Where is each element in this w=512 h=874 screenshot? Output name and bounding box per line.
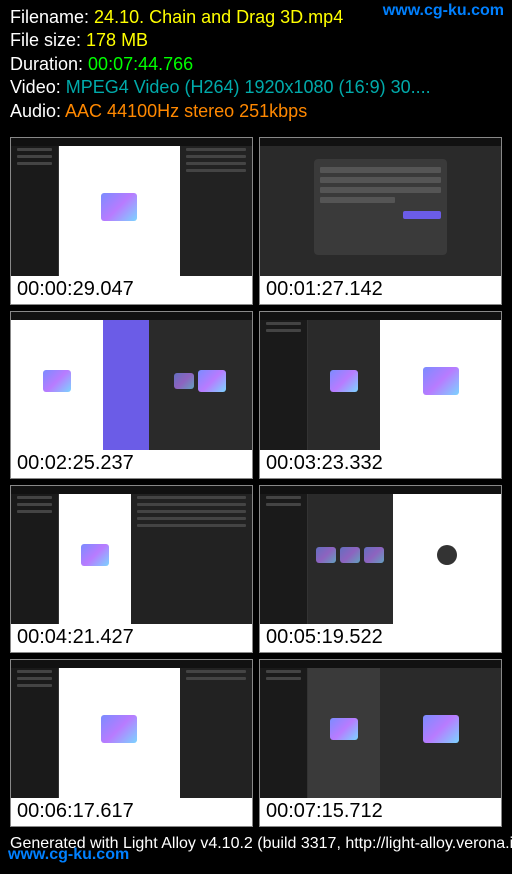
video-row: Video: MPEG4 Video (H264) 1920x1080 (16:… [10, 76, 502, 99]
thumbnail-image [260, 660, 501, 798]
watermark-top: www.cg-ku.com [383, 2, 504, 20]
thumbnail-cell: 00:07:15.712 [259, 659, 502, 827]
thumbnail-image [260, 138, 501, 276]
timestamp-label: 00:06:17.617 [11, 798, 252, 826]
thumbnail-image [11, 660, 252, 798]
watermark-bottom: www.cg-ku.com [8, 846, 129, 864]
thumbnail-cell: 00:05:19.522 [259, 485, 502, 653]
audio-row: Audio: AAC 44100Hz stereo 251kbps [10, 100, 502, 123]
duration-label: Duration: [10, 54, 88, 74]
thumbnail-image [11, 138, 252, 276]
thumbnail-image [11, 312, 252, 450]
video-value: MPEG4 Video (H264) 1920x1080 (16:9) 30..… [66, 77, 431, 97]
thumbnail-image [260, 312, 501, 450]
thumbnail-cell: 00:01:27.142 [259, 137, 502, 305]
timestamp-label: 00:02:25.237 [11, 450, 252, 478]
thumbnail-cell: 00:04:21.427 [10, 485, 253, 653]
filename-value: 24.10. Chain and Drag 3D.mp4 [94, 7, 343, 27]
duration-row: Duration: 00:07:44.766 [10, 53, 502, 76]
thumbnail-cell: 00:03:23.332 [259, 311, 502, 479]
filesize-label: File size: [10, 30, 86, 50]
thumbnail-image [11, 486, 252, 624]
audio-label: Audio: [10, 101, 65, 121]
thumbnail-image [260, 486, 501, 624]
timestamp-label: 00:00:29.047 [11, 276, 252, 304]
filesize-row: File size: 178 MB [10, 29, 502, 52]
filesize-value: 178 MB [86, 30, 148, 50]
audio-value: AAC 44100Hz stereo 251kbps [65, 101, 307, 121]
thumbnail-cell: 00:06:17.617 [10, 659, 253, 827]
timestamp-label: 00:07:15.712 [260, 798, 501, 826]
thumbnail-cell: 00:02:25.237 [10, 311, 253, 479]
timestamp-label: 00:03:23.332 [260, 450, 501, 478]
thumbnail-grid: 00:00:29.047 00:01:27.142 [0, 131, 512, 827]
thumbnail-cell: 00:00:29.047 [10, 137, 253, 305]
filename-label: Filename: [10, 7, 94, 27]
duration-value: 00:07:44.766 [88, 54, 193, 74]
timestamp-label: 00:05:19.522 [260, 624, 501, 652]
video-label: Video: [10, 77, 66, 97]
timestamp-label: 00:04:21.427 [11, 624, 252, 652]
timestamp-label: 00:01:27.142 [260, 276, 501, 304]
